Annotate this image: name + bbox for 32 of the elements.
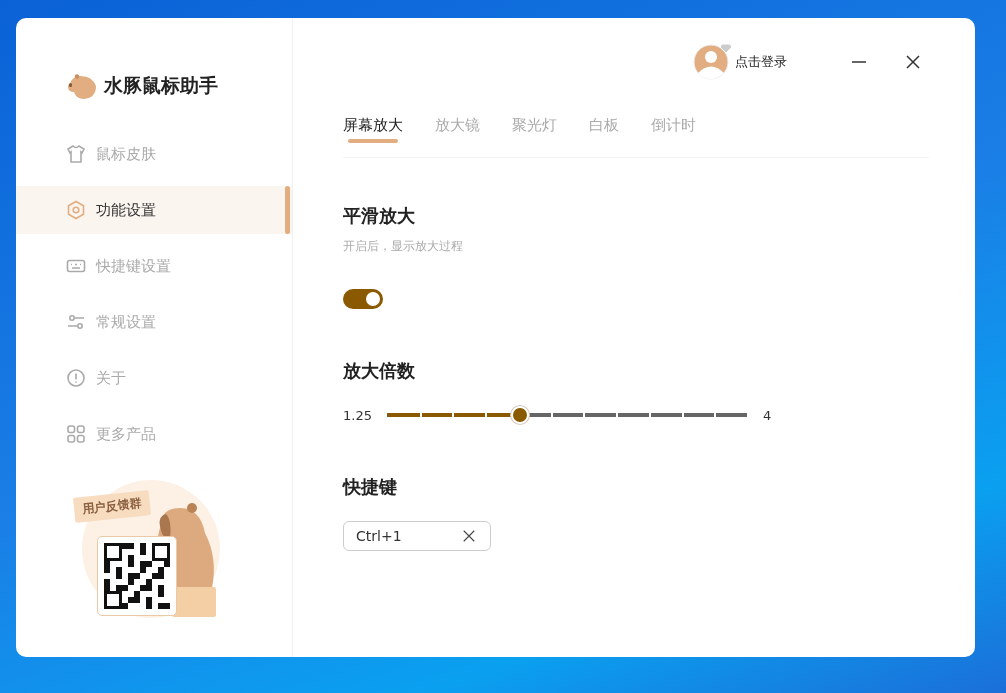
clear-icon[interactable] — [462, 529, 476, 543]
sidebar-item[interactable]: 快捷键设置 — [16, 242, 292, 290]
tab[interactable]: 倒计时 — [651, 106, 696, 143]
hexagon-icon — [66, 200, 86, 220]
sliders-icon — [66, 312, 86, 332]
sidebar-item[interactable]: 功能设置 — [16, 186, 292, 234]
slider-thumb[interactable] — [511, 406, 530, 424]
tab[interactable]: 放大镜 — [435, 106, 480, 143]
sidebar-item[interactable]: 更多产品 — [16, 410, 292, 458]
slider-max-label: 4 — [763, 407, 772, 423]
section-description: 开启后，显示放大过程 — [343, 238, 464, 255]
section-title: 放大倍数 — [343, 359, 416, 383]
close-icon[interactable] — [905, 54, 921, 70]
login-button[interactable]: 点击登录 — [693, 42, 787, 82]
shirt-icon — [66, 144, 86, 164]
shortcut-field[interactable]: Ctrl+1 — [343, 521, 491, 551]
capybara-logo-icon — [66, 72, 98, 100]
section-title: 快捷键 — [343, 475, 398, 499]
tab[interactable]: 聚光灯 — [512, 106, 557, 143]
feedback-sign: 用户反馈群 — [72, 490, 152, 523]
avatar-icon — [693, 42, 733, 82]
toggle-switch[interactable] — [343, 289, 383, 309]
tab[interactable]: 屏幕放大 — [343, 106, 403, 143]
app-title: 水豚鼠标助手 — [104, 73, 218, 98]
section-title: 平滑放大 — [343, 204, 416, 228]
sidebar-item[interactable]: 常规设置 — [16, 298, 292, 346]
grid-icon — [66, 424, 86, 444]
sidebar-item[interactable]: 鼠标皮肤 — [16, 130, 292, 178]
exclamation-icon — [66, 368, 86, 388]
sidebar-item[interactable]: 关于 — [16, 354, 292, 402]
tab[interactable]: 白板 — [589, 106, 619, 143]
slider-min-label: 1.25 — [343, 407, 371, 423]
